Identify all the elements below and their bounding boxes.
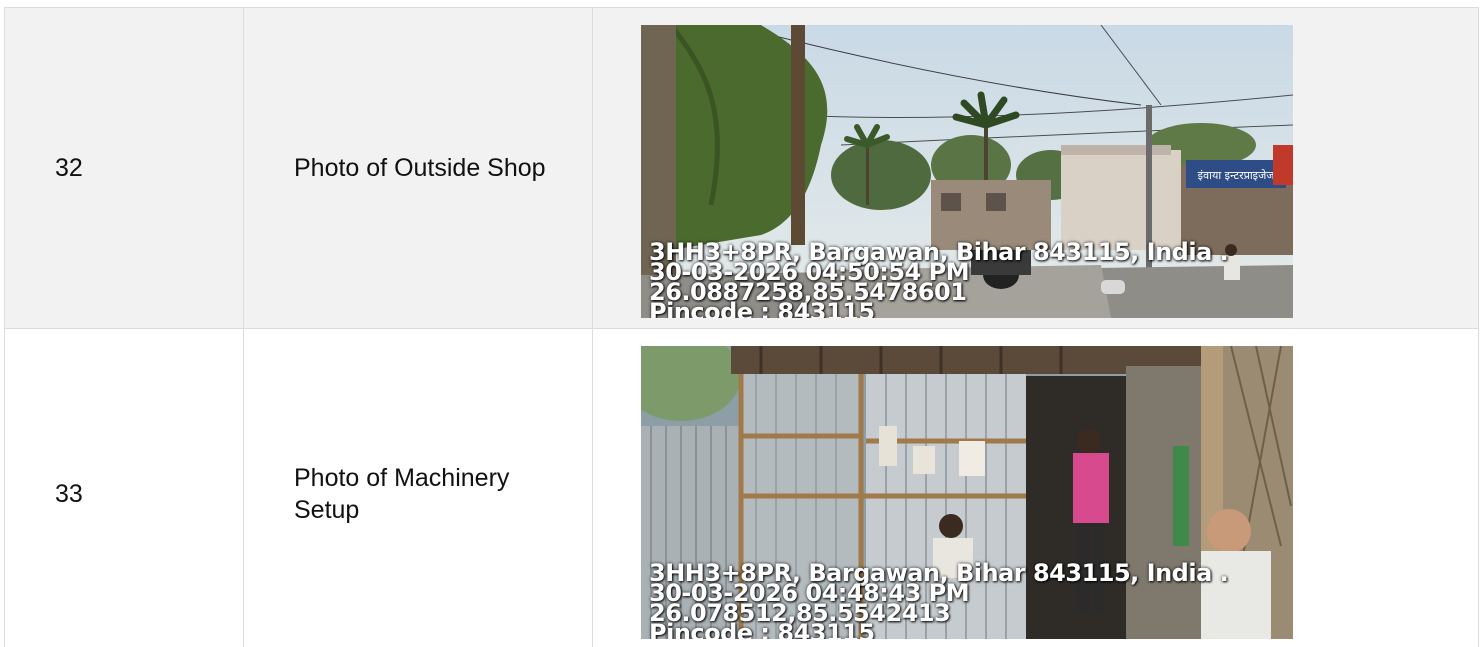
photo-geo-stamp: 3HH3+8PR, Bargawan, Bihar 843115, India … bbox=[649, 240, 1229, 318]
photo-cell: इंवाया इन्टरप्राइजेज 3HH3+8PR, Bargawan,… bbox=[592, 7, 1479, 329]
shop-sign-text: इंवाया इन्टरप्राइजेज bbox=[1198, 169, 1276, 182]
outside-shop-photo[interactable]: इंवाया इन्टरप्राइजेज 3HH3+8PR, Bargawan,… bbox=[641, 25, 1293, 318]
report-sheet: 32 Photo of Outside Shop इंवाया इन्टरप्र… bbox=[0, 0, 1482, 647]
photo-table: 32 Photo of Outside Shop इंवाया इन्टरप्र… bbox=[4, 7, 1479, 647]
table-row: 32 Photo of Outside Shop इंवाया इन्टरप्र… bbox=[4, 7, 1479, 329]
photo-cell: 3HH3+8PR, Bargawan, Bihar 843115, India … bbox=[592, 328, 1479, 647]
table-row: 33 Photo of Machinery Setup 3HH3+8PR, Ba… bbox=[4, 328, 1479, 647]
machinery-setup-photo[interactable]: 3HH3+8PR, Bargawan, Bihar 843115, India … bbox=[641, 346, 1293, 639]
row-label: Photo of Outside Shop bbox=[243, 7, 593, 329]
row-label: Photo of Machinery Setup bbox=[243, 328, 593, 647]
photo-geo-stamp: 3HH3+8PR, Bargawan, Bihar 843115, India … bbox=[649, 561, 1229, 639]
row-number: 33 bbox=[4, 328, 244, 647]
row-number: 32 bbox=[4, 7, 244, 329]
